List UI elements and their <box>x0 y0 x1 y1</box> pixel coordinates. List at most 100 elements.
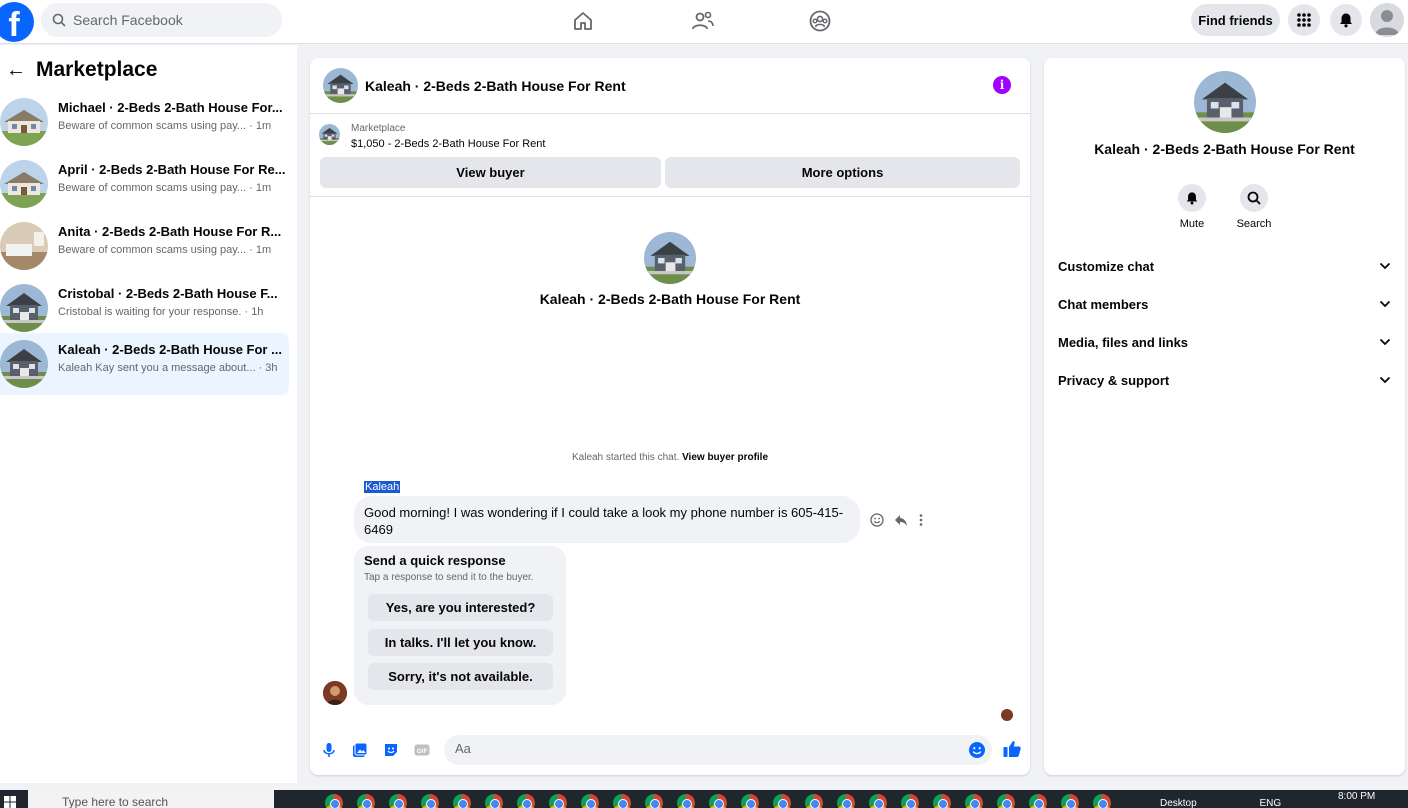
conversation-item[interactable]: Anita · 2-Beds 2-Bath House For R... Bew… <box>0 215 289 277</box>
chevron-down-icon <box>1379 300 1391 308</box>
facebook-logo-icon[interactable]: f <box>0 2 34 42</box>
windows-start-icon[interactable] <box>4 796 16 808</box>
desktop-toolbar-label[interactable]: Desktop <box>1160 798 1197 808</box>
photo-icon[interactable] <box>351 741 369 759</box>
chrome-icon[interactable] <box>1029 794 1047 808</box>
language-indicator[interactable]: ENG <box>1259 798 1281 808</box>
home-icon[interactable] <box>569 7 597 35</box>
notifications-bell-icon[interactable] <box>1330 4 1362 36</box>
row-label: Chat members <box>1058 296 1149 312</box>
row-label: Privacy & support <box>1058 372 1170 388</box>
chrome-icon[interactable] <box>453 794 471 808</box>
like-thumbs-up-icon[interactable] <box>1002 739 1022 759</box>
search-icon <box>52 13 66 27</box>
taskbar-clock[interactable]: 8:00 PM <box>1338 791 1375 802</box>
view-buyer-button[interactable]: View buyer <box>320 157 661 188</box>
chrome-icon[interactable] <box>645 794 663 808</box>
listing-thumbnail <box>0 284 48 332</box>
chat-started-note: Kaleah started this chat. View buyer pro… <box>310 452 1030 463</box>
emoji-icon[interactable] <box>968 741 986 759</box>
customize-chat-row[interactable]: Customize chat <box>1058 255 1391 277</box>
chrome-icon[interactable] <box>421 794 439 808</box>
chevron-down-icon <box>1379 338 1391 346</box>
reply-icon[interactable] <box>894 513 908 527</box>
chrome-icon[interactable] <box>933 794 951 808</box>
buyer-avatar[interactable] <box>323 681 347 705</box>
row-label: Media, files and links <box>1058 334 1189 350</box>
quick-response-button[interactable]: Yes, are you interested? <box>368 594 553 621</box>
quick-response-button[interactable]: In talks. I'll let you know. <box>368 629 553 656</box>
info-icon[interactable]: i <box>993 76 1011 94</box>
details-title: Kaleah · 2-Beds 2-Bath House For Rent <box>1094 141 1355 157</box>
react-emoji-icon[interactable] <box>870 513 884 527</box>
chat-thumbnail[interactable] <box>323 68 358 103</box>
menu-grid-icon[interactable] <box>1288 4 1320 36</box>
chrome-icon[interactable] <box>965 794 983 808</box>
row-label: Customize chat <box>1058 258 1155 274</box>
quick-response-subtitle: Tap a response to send it to the buyer. <box>364 572 534 583</box>
chrome-icon[interactable] <box>1061 794 1079 808</box>
chrome-icon[interactable] <box>613 794 631 808</box>
more-vertical-icon[interactable] <box>918 513 924 527</box>
chrome-icon[interactable] <box>837 794 855 808</box>
chrome-icon[interactable] <box>709 794 727 808</box>
conversation-name: Anita · 2-Beds 2-Bath House For R... <box>58 224 282 239</box>
chat-members-row[interactable]: Chat members <box>1058 293 1391 315</box>
chrome-icon[interactable] <box>677 794 695 808</box>
chrome-icon[interactable] <box>485 794 503 808</box>
chrome-icon[interactable] <box>581 794 599 808</box>
chat-center-thumbnail <box>644 232 696 284</box>
conversation-item[interactable]: April · 2-Beds 2-Bath House For Re... Be… <box>0 153 289 215</box>
search-box[interactable] <box>41 3 282 37</box>
groups-icon[interactable] <box>806 7 834 35</box>
conversation-item-active[interactable]: Kaleah · 2-Beds 2-Bath House For ... Kal… <box>0 333 289 395</box>
chrome-icon[interactable] <box>773 794 791 808</box>
system-tray: Desktop ENG <box>1160 798 1281 808</box>
message-input[interactable] <box>455 741 955 756</box>
chrome-icon[interactable] <box>325 794 343 808</box>
search-action[interactable]: Search <box>1229 184 1279 230</box>
chrome-icon[interactable] <box>805 794 823 808</box>
search-input[interactable] <box>73 12 263 28</box>
profile-avatar[interactable] <box>1370 3 1404 37</box>
chrome-icon[interactable] <box>997 794 1015 808</box>
quick-response-button[interactable]: Sorry, it's not available. <box>368 663 553 690</box>
chrome-icon[interactable] <box>869 794 887 808</box>
quick-response-title: Send a quick response <box>364 553 506 568</box>
chrome-icon[interactable] <box>389 794 407 808</box>
message-sender-name: Kaleah <box>364 481 401 493</box>
listing-thumbnail <box>0 98 48 146</box>
conversation-item[interactable]: Michael · 2-Beds 2-Bath House For... Bew… <box>0 91 289 153</box>
mute-action[interactable]: Mute <box>1167 184 1217 230</box>
media-files-links-row[interactable]: Media, files and links <box>1058 331 1391 353</box>
chrome-icon[interactable] <box>357 794 375 808</box>
conversation-item[interactable]: Cristobal · 2-Beds 2-Bath House F... Cri… <box>0 277 289 339</box>
search-label: Search <box>1236 218 1272 230</box>
mute-bell-icon[interactable] <box>1178 184 1206 212</box>
chrome-icon[interactable] <box>1093 794 1111 808</box>
more-options-button[interactable]: More options <box>665 157 1020 188</box>
chrome-icon[interactable] <box>901 794 919 808</box>
sticker-icon[interactable] <box>382 741 400 759</box>
chrome-icon[interactable] <box>517 794 535 808</box>
taskbar-search[interactable]: Type here to search <box>28 790 274 808</box>
chevron-down-icon <box>1379 376 1391 384</box>
chrome-icon[interactable] <box>549 794 567 808</box>
search-icon[interactable] <box>1240 184 1268 212</box>
gif-icon[interactable]: GIF <box>413 741 431 759</box>
listing-price[interactable]: $1,050 - 2-Beds 2-Bath House For Rent <box>351 138 545 150</box>
friends-icon[interactable] <box>689 7 717 35</box>
top-bar: f Find friends <box>0 0 1408 44</box>
started-text: Kaleah started this chat. <box>571 452 680 463</box>
view-buyer-profile-link[interactable]: View buyer profile <box>682 452 768 463</box>
find-friends-button[interactable]: Find friends <box>1191 4 1280 36</box>
message-input-field[interactable] <box>444 735 992 765</box>
chat-title[interactable]: Kaleah · 2-Beds 2-Bath House For Rent <box>365 78 626 94</box>
microphone-icon[interactable] <box>320 741 338 759</box>
chevron-down-icon <box>1379 262 1391 270</box>
back-arrow-icon[interactable]: ← <box>6 59 26 82</box>
listing-label: Marketplace <box>351 123 406 134</box>
chrome-icon[interactable] <box>741 794 759 808</box>
privacy-support-row[interactable]: Privacy & support <box>1058 369 1391 391</box>
quick-response-card: Send a quick response Tap a response to … <box>354 546 566 705</box>
